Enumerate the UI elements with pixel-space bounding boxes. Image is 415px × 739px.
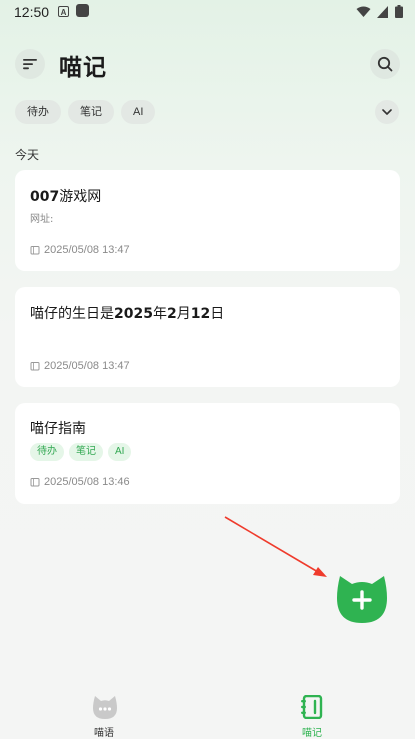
menu-button[interactable]: [15, 49, 45, 79]
note-subtitle: 网址:: [30, 214, 54, 225]
calendar-icon: [30, 362, 40, 371]
nav-item-miaoji[interactable]: 喵记: [282, 690, 342, 739]
nav-label: 喵记: [302, 728, 322, 739]
page-title: 喵记: [59, 55, 107, 81]
status-bar: 12:50 A: [0, 0, 415, 26]
nav-item-miaoyu[interactable]: 喵语: [74, 690, 134, 739]
add-note-button[interactable]: [336, 574, 388, 624]
notification-app-icon: [76, 4, 89, 17]
note-title: 喵仔指南: [30, 421, 86, 437]
bottom-nav: 喵语 喵记: [0, 690, 415, 739]
note-date: 2025/05/08 13:47: [30, 360, 130, 372]
note-tag: 待办: [30, 443, 64, 461]
header: 喵记: [0, 44, 415, 84]
cat-add-icon: [337, 576, 387, 623]
chevron-down-icon: [382, 109, 392, 115]
note-tag: 笔记: [69, 443, 103, 461]
note-title: 喵仔的生日是2025年2月12日: [30, 306, 225, 322]
battery-icon: [395, 5, 403, 18]
search-icon: [377, 56, 393, 72]
status-right: [356, 5, 403, 18]
menu-icon: [23, 59, 37, 70]
filter-chip-todo[interactable]: 待办: [15, 100, 61, 124]
section-label-today: 今天: [15, 148, 40, 162]
note-date: 2025/05/08 13:47: [30, 244, 130, 256]
filter-chip-notes[interactable]: 笔记: [68, 100, 114, 124]
nav-label: 喵语: [94, 728, 114, 739]
expand-filters-button[interactable]: [375, 100, 399, 124]
wifi-icon: [356, 6, 371, 17]
note-tag: AI: [108, 443, 132, 461]
filter-chips: 待办 笔记 AI: [15, 100, 156, 124]
notebook-icon: [301, 695, 323, 719]
signal-icon: [377, 5, 388, 18]
cat-face-icon: [93, 696, 117, 719]
note-tags: 待办 笔记 AI: [30, 443, 136, 461]
note-title: 007游戏网: [30, 189, 102, 205]
note-card[interactable]: 喵仔的生日是2025年2月12日 2025/05/08 13:47: [15, 287, 400, 387]
search-button[interactable]: [370, 49, 400, 79]
notification-a-icon: A: [58, 6, 69, 17]
note-card[interactable]: 007游戏网 网址: 2025/05/08 13:47: [15, 170, 400, 271]
status-time: 12:50: [14, 4, 50, 20]
filter-chip-ai[interactable]: AI: [121, 100, 156, 124]
note-date: 2025/05/08 13:46: [30, 476, 130, 488]
calendar-icon: [30, 478, 40, 487]
note-card[interactable]: 喵仔指南 待办 笔记 AI 2025/05/08 13:46: [15, 403, 400, 504]
calendar-icon: [30, 246, 40, 255]
